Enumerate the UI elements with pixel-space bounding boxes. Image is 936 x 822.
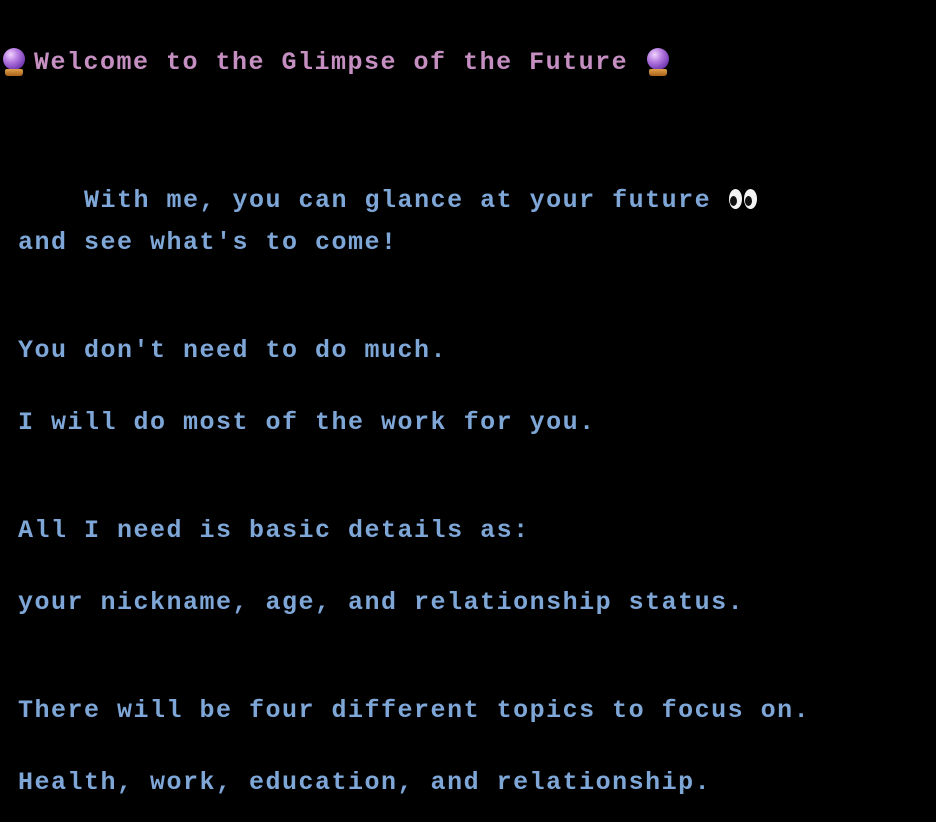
intro-line-1-text: With me, you can glance at your future: [84, 186, 712, 215]
details-line-1: All I need is basic details as:: [18, 516, 530, 545]
welcome-title: Welcome to the Glimpse of the Future: [2, 46, 670, 80]
welcome-title-text: Welcome to the Glimpse of the Future: [34, 48, 629, 77]
topics-line-2: Health, work, education, and relationshi…: [18, 768, 712, 797]
topics-line-1: There will be four different topics to f…: [18, 696, 811, 725]
effort-line-1: You don't need to do much.: [18, 336, 448, 365]
crystal-ball-icon: [646, 48, 670, 78]
crystal-ball-icon: [2, 48, 26, 78]
effort-line-2: I will do most of the work for you.: [18, 408, 596, 437]
intro-line-2: and see what's to come!: [18, 228, 398, 257]
terminal-output: Welcome to the Glimpse of the Future Wit…: [0, 0, 936, 822]
eyes-icon: [729, 187, 759, 213]
details-line-2: your nickname, age, and relationship sta…: [18, 588, 745, 617]
